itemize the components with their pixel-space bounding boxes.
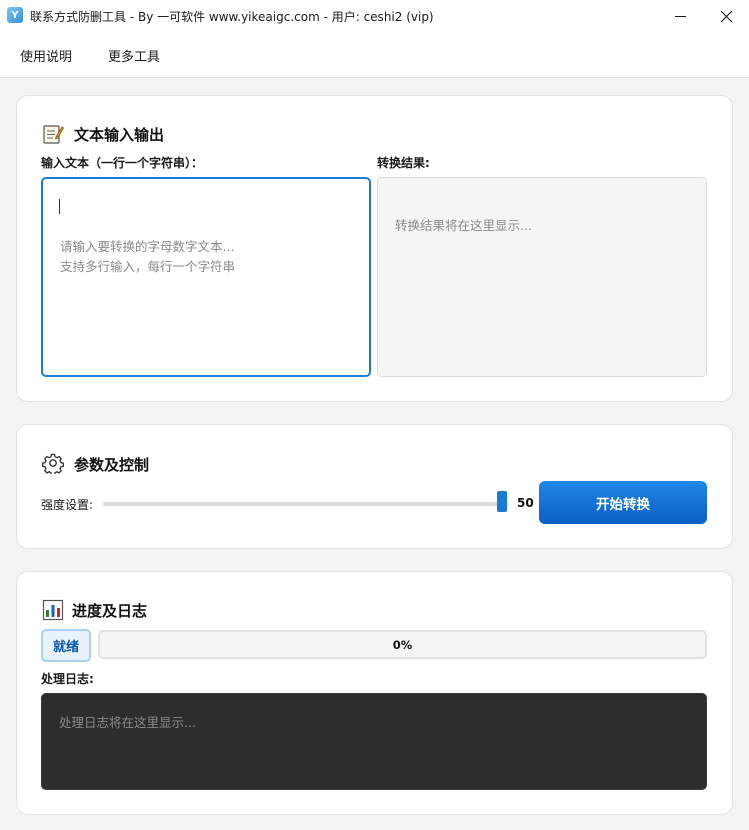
memo-icon	[43, 125, 64, 144]
close-icon	[720, 10, 732, 22]
strength-slider-track[interactable]	[103, 502, 509, 506]
app-logo-icon: Y	[7, 7, 23, 23]
maximize-button[interactable]	[657, 0, 703, 32]
text-caret	[59, 199, 60, 214]
input-label: 输入文本（一行一个字符串）：	[41, 156, 204, 170]
log-placeholder: 处理日志将在这里显示...	[59, 715, 196, 730]
progress-section-title: 进度及日志	[72, 602, 148, 620]
title-bar: Y 联系方式防删工具 - By 一可软件 www.yikeaigc.com - …	[0, 0, 749, 32]
strength-slider-thumb[interactable]	[497, 491, 507, 512]
window-title: 联系方式防删工具 - By 一可软件 www.yikeaigc.com - 用户…	[30, 10, 434, 24]
menu-item-usage[interactable]: 使用说明	[20, 46, 72, 65]
control-card: 参数及控制 强度设置: 50 开始转换	[16, 424, 733, 549]
gear-icon	[42, 453, 64, 474]
io-card: 文本输入输出 输入文本（一行一个字符串）： 转换结果: 请输入要转换的字母数字文…	[16, 95, 733, 402]
menu-bar: 使用说明 更多工具	[0, 32, 749, 78]
progress-bar: 0%	[98, 630, 707, 659]
strength-label: 强度设置:	[41, 498, 94, 512]
close-button[interactable]	[703, 0, 749, 32]
start-convert-button[interactable]: 开始转换	[539, 481, 707, 524]
control-section-title: 参数及控制	[74, 456, 150, 474]
log-label: 处理日志:	[41, 672, 94, 686]
status-badge: 就绪	[41, 629, 91, 662]
output-label: 转换结果:	[377, 156, 430, 170]
log-output[interactable]: 处理日志将在这里显示...	[41, 693, 707, 790]
bar-chart-icon	[42, 599, 64, 621]
output-textarea[interactable]: 转换结果将在这里显示...	[377, 177, 707, 377]
progress-text: 0%	[392, 637, 413, 652]
strength-value: 50	[517, 496, 534, 510]
menu-item-more-tools[interactable]: 更多工具	[108, 46, 160, 65]
progress-card: 进度及日志 就绪 0% 处理日志: 处理日志将在这里显示...	[16, 571, 733, 815]
input-placeholder: 请输入要转换的字母数字文本... 支持多行输入，每行一个字符串	[60, 239, 236, 274]
io-section-title: 文本输入输出	[74, 126, 165, 144]
input-textarea[interactable]: 请输入要转换的字母数字文本... 支持多行输入，每行一个字符串	[41, 177, 371, 377]
output-placeholder: 转换结果将在这里显示...	[395, 218, 532, 233]
